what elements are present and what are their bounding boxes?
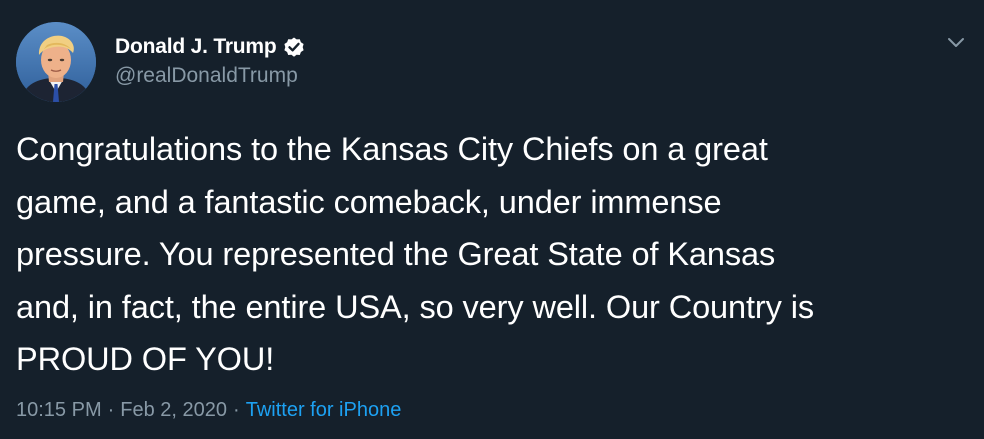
- tweet-time[interactable]: 10:15 PM: [16, 399, 102, 422]
- verified-badge-icon: [282, 35, 306, 59]
- tweet-card: Donald J. Trump @realDonaldTrump Congrat…: [0, 0, 984, 439]
- tweet-date[interactable]: Feb 2, 2020: [120, 399, 227, 422]
- name-row: Donald J. Trump: [115, 33, 306, 61]
- avatar-image: [16, 22, 96, 102]
- tweet-meta: 10:15 PM · Feb 2, 2020 · Twitter for iPh…: [16, 399, 401, 422]
- tweet-source-link[interactable]: Twitter for iPhone: [246, 399, 402, 422]
- user-info: Donald J. Trump @realDonaldTrump: [115, 33, 306, 88]
- meta-separator: ·: [107, 399, 115, 421]
- display-name[interactable]: Donald J. Trump: [115, 35, 277, 59]
- tweet-text: Congratulations to the Kansas City Chief…: [16, 131, 815, 377]
- meta-separator: ·: [233, 399, 240, 421]
- user-handle[interactable]: @realDonaldTrump: [115, 64, 306, 88]
- chevron-down-icon[interactable]: [944, 30, 968, 54]
- avatar[interactable]: [16, 22, 96, 102]
